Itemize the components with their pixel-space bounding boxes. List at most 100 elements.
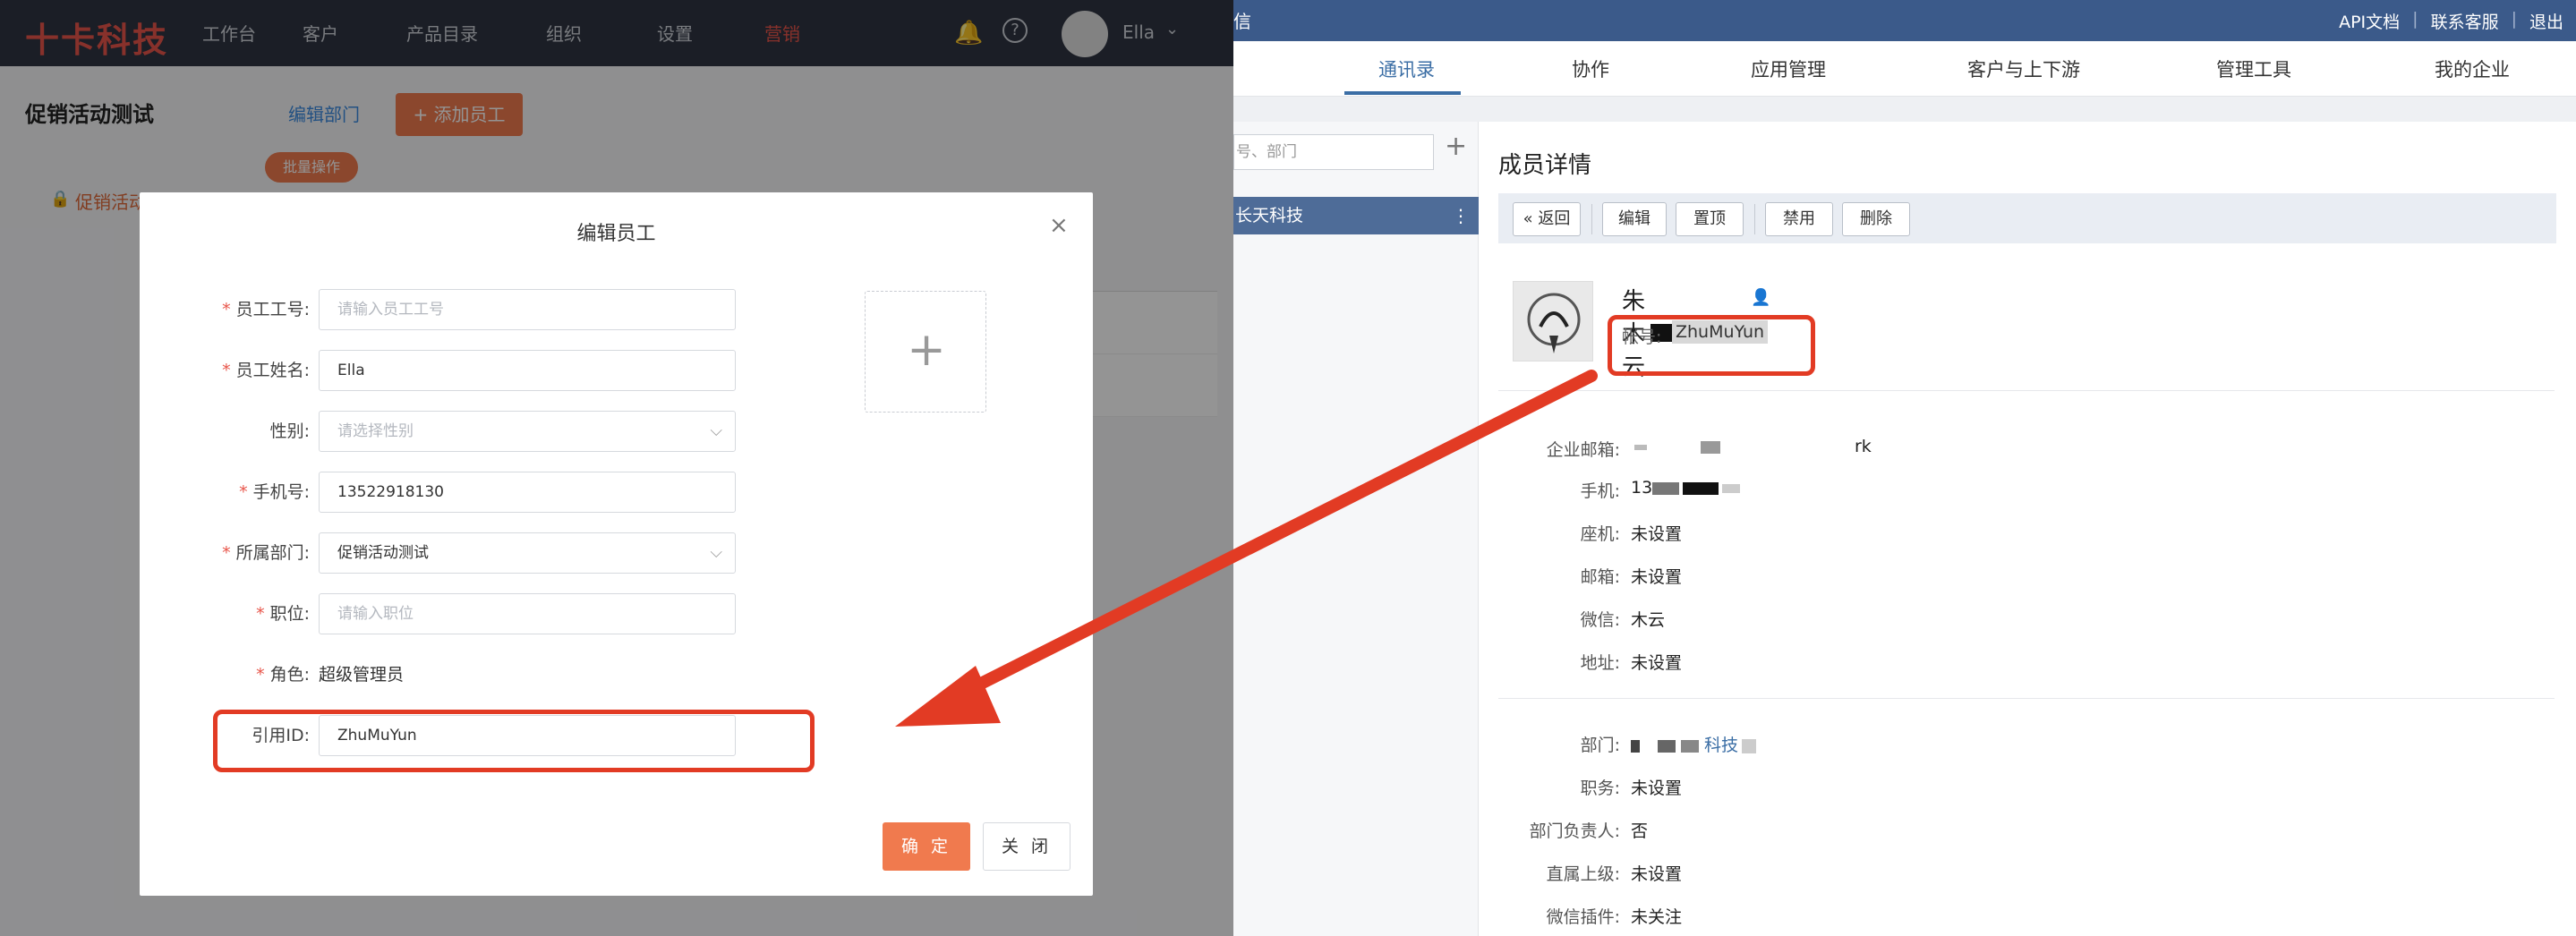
contact-support-link[interactable]: 联系客服: [2418, 9, 2512, 33]
department-link[interactable]: 科技: [1704, 736, 1738, 755]
redaction-mask: [1722, 483, 1741, 493]
detail-toolbar: « 返回 编辑 置顶 禁用 删除: [1498, 193, 2556, 243]
email-suffix: rk: [1855, 437, 1872, 456]
close-icon[interactable]: ×: [1049, 214, 1069, 237]
screenshot-stage: 十卡科技 工作台 客户 产品目录 组织 设置 营销 🔔 ? Ella ⌄ 促销活…: [0, 0, 2576, 936]
tab-admin-tools[interactable]: 管理工具: [2216, 55, 2291, 82]
department-select[interactable]: 促销活动测试 ⌵: [319, 532, 736, 574]
org-name: 长天科技: [1235, 206, 1304, 225]
position-input[interactable]: 请输入职位: [319, 593, 736, 634]
ref-id-highlight-box: [213, 710, 815, 772]
separator: [1754, 204, 1755, 234]
tab-app-management[interactable]: 应用管理: [1751, 55, 1826, 82]
api-docs-link[interactable]: API文档: [2326, 9, 2412, 33]
email-value: rk: [1631, 437, 1872, 456]
back-label: 返回: [1538, 209, 1571, 228]
disable-button[interactable]: 禁用: [1765, 202, 1833, 236]
active-tab-indicator: [1344, 91, 1461, 95]
title-value: 未设置: [1631, 779, 1683, 798]
right-app-nav: 通讯录 协作 应用管理 客户与上下游 管理工具 我的企业: [1233, 41, 2576, 97]
edit-employee-modal: 编辑员工 × * 员工工号: 请输入员工工号 * 员工姓名: Ella 性别: 请选…: [140, 192, 1093, 896]
gender-select[interactable]: 请选择性别 ⌵: [319, 411, 736, 452]
avatar-illustration: [1514, 282, 1592, 361]
org-sidebar: 号、部门 + 长天科技 ⋮: [1233, 122, 1479, 936]
top-links: API文档 | 联系客服 | 退出: [2326, 9, 2576, 33]
divider: [1498, 698, 2555, 699]
wechat-plugin-value: 未关注: [1631, 907, 1683, 927]
employee-no-input[interactable]: 请输入员工工号: [319, 289, 736, 330]
redaction-mask: [1631, 739, 1640, 753]
wechat-value: 木云: [1631, 610, 1666, 630]
address-label: 地址:: [1580, 653, 1620, 673]
modal-title: 编辑员工: [576, 223, 656, 245]
dept-head-value: 否: [1631, 821, 1649, 841]
address-value: 未设置: [1631, 653, 1683, 673]
redaction-mask: [1701, 440, 1720, 454]
edit-button[interactable]: 编辑: [1602, 202, 1667, 236]
email-label: 企业邮箱:: [1546, 440, 1620, 460]
tab-collaboration[interactable]: 协作: [1572, 55, 1609, 82]
mobile-label: 手机:: [1580, 481, 1620, 501]
right-app-window: 信 API文档 | 联系客服 | 退出 通讯录 协作 应用管理 客户与上下游 管…: [1233, 0, 2576, 936]
redaction-mask: [1652, 481, 1680, 495]
wechat-label: 微信:: [1580, 610, 1620, 630]
employee-name-label: * 员工姓名:: [222, 361, 310, 380]
employee-name-input[interactable]: Ella: [319, 350, 736, 391]
tab-my-enterprise[interactable]: 我的企业: [2435, 55, 2510, 82]
department-label: * 所属部门:: [222, 543, 310, 563]
department-detail-label: 部门:: [1580, 736, 1620, 755]
back-button[interactable]: « 返回: [1513, 202, 1581, 236]
delete-button[interactable]: 删除: [1842, 202, 1910, 236]
department-detail-value: 科技: [1631, 732, 1757, 756]
top-left-text: 信: [1233, 11, 1251, 32]
mailbox-label: 邮箱:: [1580, 567, 1620, 587]
mailbox-value: 未设置: [1631, 567, 1683, 587]
plus-icon: +: [907, 323, 946, 377]
left-app-window: 十卡科技 工作台 客户 产品目录 组织 设置 营销 🔔 ? Ella ⌄ 促销活…: [0, 0, 1233, 936]
account-highlight-box: [1608, 315, 1815, 376]
member-avatar: [1513, 281, 1593, 362]
avatar-upload[interactable]: +: [865, 291, 986, 413]
confirm-button[interactable]: 确 定: [883, 822, 970, 871]
position-label: * 职位:: [256, 604, 310, 624]
gender-placeholder: 请选择性别: [337, 422, 414, 440]
phone-label: * 手机号:: [239, 482, 310, 502]
redaction-mask: [1658, 739, 1676, 753]
dept-head-label: 部门负责人:: [1529, 821, 1620, 841]
more-vertical-icon[interactable]: ⋮: [1452, 197, 1470, 234]
pin-button[interactable]: 置顶: [1676, 202, 1744, 236]
direct-manager-value: 未设置: [1631, 864, 1683, 884]
mobile-value: 13: [1631, 478, 1741, 498]
divider: [1498, 390, 2555, 391]
right-app-topbar: 信 API文档 | 联系客服 | 退出: [1233, 0, 2576, 41]
member-detail-panel: 成员详情 « 返回 编辑 置顶 禁用 删除 朱木云 👤 帐号: ZhuMuYun…: [1498, 122, 2576, 936]
employee-no-label: * 员工工号:: [222, 300, 310, 319]
role-label: * 角色:: [256, 665, 310, 685]
redaction-mask: [1634, 444, 1647, 450]
department-badge-icon: [1742, 738, 1757, 753]
redaction-mask: [1683, 481, 1719, 495]
title-label: 职务:: [1580, 779, 1620, 798]
tab-contacts[interactable]: 通讯录: [1378, 55, 1435, 82]
mobile-prefix: 13: [1631, 478, 1653, 498]
separator: [1591, 204, 1592, 234]
close-button[interactable]: 关 闭: [983, 822, 1070, 871]
tab-customers-partners[interactable]: 客户与上下游: [1967, 55, 2080, 82]
wechat-plugin-label: 微信插件:: [1546, 907, 1620, 927]
person-icon: 👤: [1751, 288, 1771, 307]
role-value: 超级管理员: [319, 665, 405, 685]
phone-input[interactable]: 13522918130: [319, 472, 736, 513]
double-chevron-left-icon: «: [1523, 209, 1533, 228]
org-tree-item[interactable]: 长天科技 ⋮: [1233, 197, 1479, 234]
department-value: 促销活动测试: [337, 544, 429, 562]
logout-link[interactable]: 退出: [2517, 9, 2576, 33]
redaction-mask: [1681, 739, 1699, 753]
detail-title: 成员详情: [1498, 152, 1592, 179]
landline-value: 未设置: [1631, 524, 1683, 544]
gender-label: 性别:: [269, 421, 310, 441]
nav-band: [1233, 97, 2576, 122]
direct-manager-label: 直属上级:: [1546, 864, 1620, 884]
member-search-input[interactable]: 号、部门: [1233, 134, 1434, 170]
landline-label: 座机:: [1580, 524, 1620, 544]
plus-icon[interactable]: +: [1445, 131, 1467, 162]
